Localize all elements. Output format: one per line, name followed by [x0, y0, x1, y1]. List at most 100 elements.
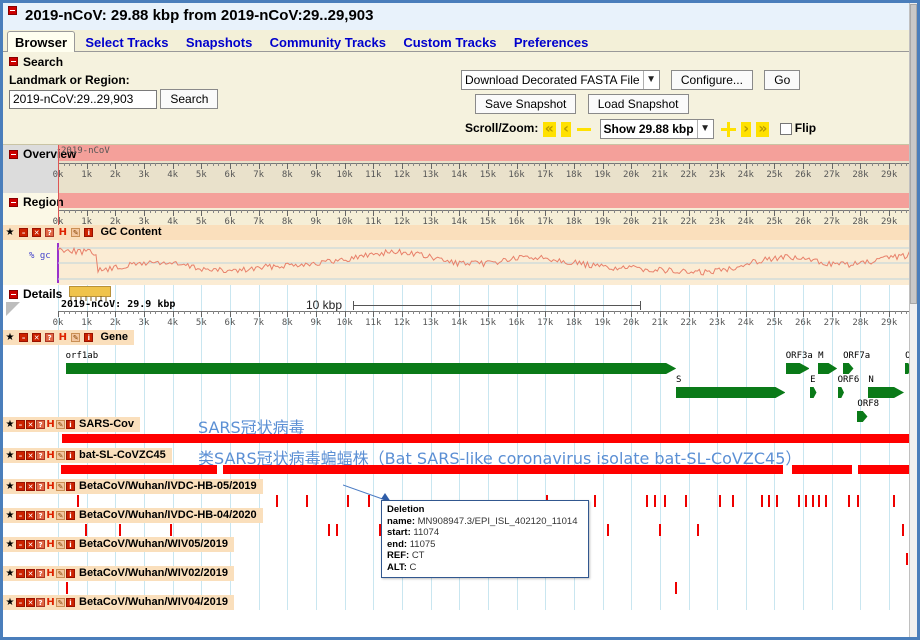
save-snapshot-button[interactable]: Save Snapshot	[475, 94, 576, 114]
download-format-select[interactable]: Download Decorated FASTA File▼	[461, 70, 660, 90]
gene-glyph[interactable]	[810, 387, 817, 398]
scroll-far-right-icon[interactable]: »	[756, 122, 769, 137]
variant-mark[interactable]	[170, 524, 172, 536]
variant-mark[interactable]	[594, 495, 596, 507]
zoom-in-icon[interactable]	[721, 122, 736, 137]
help-track-icon[interactable]: ?	[36, 420, 45, 429]
help-track-icon[interactable]: ?	[45, 228, 54, 237]
info-track-icon[interactable]: i	[66, 482, 75, 491]
variant-mark[interactable]	[902, 524, 904, 536]
info-track-icon[interactable]: i	[66, 598, 75, 607]
collapse-track-icon[interactable]: –	[16, 540, 25, 549]
close-track-icon[interactable]: ✕	[26, 482, 35, 491]
configure-button[interactable]: Configure...	[671, 70, 753, 90]
gene-glyph[interactable]	[818, 363, 837, 374]
flip-checkbox[interactable]	[780, 123, 792, 135]
alignment-block[interactable]	[858, 465, 914, 474]
scroll-far-left-icon[interactable]: «	[543, 122, 556, 137]
close-track-icon[interactable]: ✕	[26, 569, 35, 578]
info-track-icon[interactable]: i	[66, 511, 75, 520]
variant-mark[interactable]	[697, 524, 699, 536]
scroll-right-icon[interactable]: ›	[741, 122, 751, 137]
tab-select-tracks[interactable]: Select Tracks	[78, 32, 175, 52]
variant-mark[interactable]	[675, 582, 677, 594]
edit-track-icon[interactable]: ✎	[56, 451, 65, 460]
variant-mark[interactable]	[685, 495, 687, 507]
edit-track-icon[interactable]: ✎	[56, 420, 65, 429]
help-track-icon-gene[interactable]: ?	[45, 333, 54, 342]
collapse-track-icon-gene[interactable]: –	[19, 333, 28, 342]
help-track-icon[interactable]: ?	[36, 569, 45, 578]
favorite-star-icon[interactable]: ★	[5, 420, 15, 429]
track-title-sars-cov[interactable]: ★–✕?H✎iSARS-Cov	[3, 417, 140, 432]
details-ruler[interactable]: 0k1k2k3k4k5k6k7k8k9k10k11k12k13k14k15k16…	[58, 309, 913, 333]
variant-mark[interactable]	[818, 495, 820, 507]
resize-handle[interactable]	[6, 302, 20, 316]
scroll-left-icon[interactable]: ‹	[561, 122, 571, 137]
collapse-track-icon[interactable]: –	[16, 598, 25, 607]
info-track-icon[interactable]: i	[84, 228, 93, 237]
close-track-icon[interactable]: ✕	[26, 540, 35, 549]
variant-mark[interactable]	[761, 495, 763, 507]
close-track-icon[interactable]: ✕	[32, 228, 41, 237]
favorite-star-icon[interactable]: ★	[5, 598, 15, 607]
variant-mark[interactable]	[812, 495, 814, 507]
pin-track-icon[interactable]: H	[46, 511, 55, 520]
landmark-input[interactable]	[9, 90, 157, 109]
variant-mark[interactable]	[857, 495, 859, 507]
pin-track-icon[interactable]: H	[46, 598, 55, 607]
variant-mark[interactable]	[776, 495, 778, 507]
collapse-track-icon[interactable]: –	[16, 482, 25, 491]
favorite-star-icon[interactable]: ★	[5, 228, 15, 237]
track-title-gene[interactable]: ★ – ✕ ? H ✎ i Gene	[3, 330, 134, 345]
info-track-icon[interactable]: i	[66, 569, 75, 578]
variant-mark[interactable]	[848, 495, 850, 507]
pin-track-icon[interactable]: H	[46, 482, 55, 491]
collapse-overview-icon[interactable]	[9, 150, 18, 159]
favorite-star-icon[interactable]: ★	[5, 540, 15, 549]
collapse-track-icon[interactable]: –	[16, 569, 25, 578]
info-track-icon[interactable]: i	[66, 420, 75, 429]
track-title-variant-0[interactable]: ★–✕?H✎iBetaCoV/Wuhan/IVDC-HB-05/2019	[3, 479, 263, 494]
variant-mark[interactable]	[805, 495, 807, 507]
collapse-track-icon[interactable]: –	[19, 228, 28, 237]
overview-ruler[interactable]: 0k1k2k3k4k5k6k7k8k9k10k11k12k13k14k15k16…	[58, 161, 913, 185]
help-track-icon[interactable]: ?	[36, 482, 45, 491]
alignment-block[interactable]	[62, 434, 913, 443]
close-track-icon[interactable]: ✕	[26, 451, 35, 460]
pin-track-icon[interactable]: H	[58, 228, 67, 237]
favorite-star-icon[interactable]: ★	[5, 482, 15, 491]
edit-track-icon[interactable]: ✎	[56, 540, 65, 549]
help-track-icon[interactable]: ?	[36, 540, 45, 549]
info-track-icon-gene[interactable]: i	[84, 333, 93, 342]
gene-glyph[interactable]	[66, 363, 676, 374]
edit-track-icon-gene[interactable]: ✎	[71, 333, 80, 342]
pin-track-icon[interactable]: H	[46, 540, 55, 549]
variant-mark[interactable]	[659, 524, 661, 536]
variant-mark[interactable]	[306, 495, 308, 507]
variant-mark[interactable]	[77, 495, 79, 507]
close-track-icon[interactable]: ✕	[26, 598, 35, 607]
variant-mark[interactable]	[119, 524, 121, 536]
zoom-level-select[interactable]: Show 29.88 kbp▼	[600, 119, 714, 139]
gene-glyph[interactable]	[786, 363, 810, 374]
track-title-variant-4[interactable]: ★–✕?H✎iBetaCoV/Wuhan/WIV04/2019	[3, 595, 234, 610]
edit-track-icon[interactable]: ✎	[56, 569, 65, 578]
favorite-star-icon-gene[interactable]: ★	[5, 333, 15, 342]
variant-mark[interactable]	[664, 495, 666, 507]
close-track-icon-gene[interactable]: ✕	[32, 333, 41, 342]
favorite-star-icon[interactable]: ★	[5, 511, 15, 520]
edit-track-icon[interactable]: ✎	[56, 598, 65, 607]
search-button[interactable]: Search	[160, 89, 218, 109]
edit-track-icon[interactable]: ✎	[56, 482, 65, 491]
variant-mark[interactable]	[719, 495, 721, 507]
gene-glyph[interactable]	[843, 363, 853, 374]
info-track-icon[interactable]: i	[66, 540, 75, 549]
favorite-star-icon[interactable]: ★	[5, 569, 15, 578]
variant-mark[interactable]	[893, 495, 895, 507]
pin-track-icon[interactable]: H	[46, 420, 55, 429]
track-title-gc-content[interactable]: ★ – ✕ ? H ✎ i GC Content	[3, 225, 168, 240]
help-track-icon[interactable]: ?	[36, 511, 45, 520]
variant-mark[interactable]	[328, 524, 330, 536]
vertical-scrollbar[interactable]	[909, 3, 917, 637]
